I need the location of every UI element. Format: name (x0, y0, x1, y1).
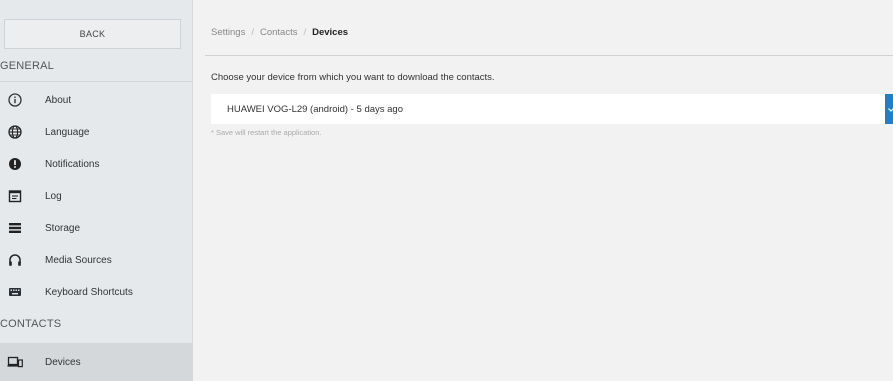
sidebar: BACK GENERAL About Language Notification… (0, 0, 193, 381)
sidebar-item-label: Language (45, 126, 90, 138)
page-description: Choose your device from which you want t… (211, 72, 495, 83)
settings-app: BACK GENERAL About Language Notification… (0, 0, 893, 381)
breadcrumb-current: Devices (312, 27, 349, 38)
sidebar-item-devices[interactable]: Devices (0, 343, 193, 381)
breadcrumb-separator: / (303, 27, 307, 38)
restart-note: * Save will restart the application. (211, 128, 322, 137)
main-content: Settings / Contacts / Devices Choose you… (193, 0, 893, 381)
nav-list: About Language Notifications Log Storage… (0, 84, 193, 308)
sidebar-item-media-sources[interactable]: Media Sources (0, 244, 193, 276)
device-select-toggle[interactable] (885, 94, 893, 124)
sidebar-item-label: Log (45, 190, 62, 202)
back-button[interactable]: BACK (4, 19, 181, 49)
sidebar-item-language[interactable]: Language (0, 116, 193, 148)
sidebar-item-about[interactable]: About (0, 84, 193, 116)
breadcrumb: Settings / Contacts / Devices (211, 27, 348, 38)
log-icon (7, 188, 23, 204)
device-select-value: HUAWEI VOG-L29 (android) - 5 days ago (227, 103, 403, 115)
devices-icon (7, 354, 23, 370)
section-label-general: GENERAL (0, 60, 193, 82)
sidebar-item-notifications[interactable]: Notifications (0, 148, 193, 180)
sidebar-item-label: Storage (45, 222, 81, 234)
info-icon (7, 92, 23, 108)
sidebar-item-storage[interactable]: Storage (0, 212, 193, 244)
sidebar-item-label: Devices (45, 356, 81, 368)
headphones-icon (7, 252, 23, 268)
section-label-contacts: CONTACTS (0, 318, 62, 330)
sidebar-item-label: Notifications (45, 158, 100, 170)
header-divider (205, 55, 893, 56)
globe-icon (7, 124, 23, 140)
chevron-down-icon (888, 100, 893, 118)
device-select[interactable]: HUAWEI VOG-L29 (android) - 5 days ago (211, 94, 893, 124)
breadcrumb-settings[interactable]: Settings (211, 27, 245, 38)
sidebar-item-keyboard-shortcuts[interactable]: Keyboard Shortcuts (0, 276, 193, 308)
sidebar-item-label: Media Sources (45, 254, 112, 266)
breadcrumb-contacts[interactable]: Contacts (260, 27, 298, 38)
sidebar-item-log[interactable]: Log (0, 180, 193, 212)
sidebar-item-label: About (45, 94, 72, 106)
breadcrumb-separator: / (251, 27, 254, 38)
sidebar-item-label: Keyboard Shortcuts (45, 286, 133, 298)
storage-icon (7, 220, 23, 236)
keyboard-icon (7, 284, 23, 300)
alert-icon (7, 156, 23, 172)
